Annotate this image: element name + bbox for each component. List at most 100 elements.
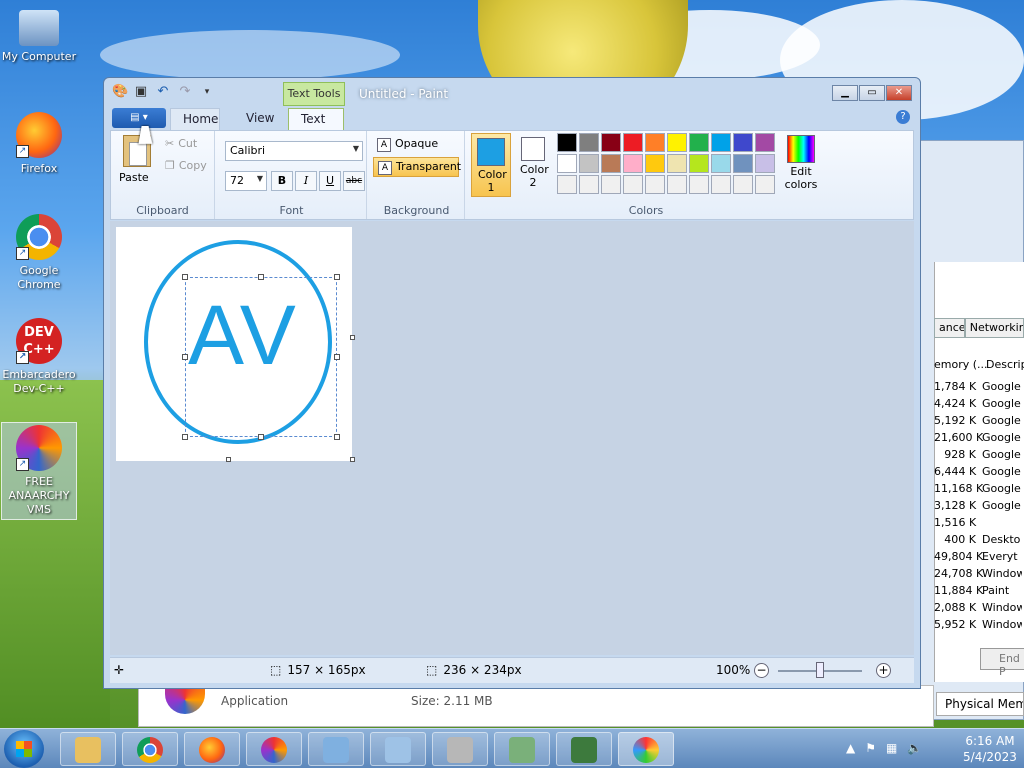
- palette-swatch[interactable]: [645, 154, 665, 173]
- palette-swatch[interactable]: [601, 133, 621, 152]
- palette-swatch[interactable]: [601, 154, 621, 173]
- palette-swatch[interactable]: [667, 133, 687, 152]
- zoom-in-button[interactable]: +: [876, 663, 891, 678]
- palette-swatch[interactable]: [755, 175, 775, 194]
- table-row[interactable]: 928 K Google: [934, 448, 1024, 465]
- paint-menu-button[interactable]: ▤ ▾: [112, 108, 166, 128]
- taskbar-app-1[interactable]: [370, 732, 426, 766]
- end-process-button[interactable]: End P: [980, 648, 1024, 678]
- palette-swatch[interactable]: [733, 154, 753, 173]
- paste-button[interactable]: Paste: [111, 131, 161, 191]
- bold-button[interactable]: B: [271, 171, 293, 191]
- palette-swatch[interactable]: [579, 133, 599, 152]
- help-icon[interactable]: ?: [896, 110, 910, 124]
- start-button[interactable]: [4, 730, 44, 768]
- table-row[interactable]: 1,516 K: [934, 516, 1024, 533]
- palette-swatch[interactable]: [733, 133, 753, 152]
- save-icon[interactable]: ▣: [134, 85, 148, 99]
- taskbar-app-2[interactable]: [432, 732, 488, 766]
- table-row[interactable]: 21,600 K Google: [934, 431, 1024, 448]
- canvas-resize-handle[interactable]: [350, 335, 355, 340]
- customize-qat-icon[interactable]: ▾: [200, 85, 214, 99]
- palette-swatch[interactable]: [557, 175, 577, 194]
- paint-window[interactable]: 🎨 ▣ ↶ ↷ ▾ Text Tools Untitled - Paint ▁ …: [103, 77, 921, 689]
- taskbar-app-3[interactable]: [494, 732, 550, 766]
- desktop-icon-chrome[interactable]: ↗ Google Chrome: [0, 214, 78, 292]
- taskbar-anaarchy[interactable]: [246, 732, 302, 766]
- tab-home[interactable]: Home: [170, 108, 220, 130]
- table-row[interactable]: 4,424 K Google: [934, 397, 1024, 414]
- title-bar[interactable]: 🎨 ▣ ↶ ↷ ▾ Text Tools Untitled - Paint ▁ …: [104, 78, 920, 108]
- transparent-button[interactable]: A Transparent: [373, 157, 461, 177]
- table-row[interactable]: 1,784 K Google: [934, 380, 1024, 397]
- palette-swatch[interactable]: [689, 133, 709, 152]
- column-description[interactable]: Descrip: [986, 358, 1024, 371]
- cut-button[interactable]: ✂ Cut: [165, 137, 197, 150]
- table-row[interactable]: 5,952 K Window: [934, 618, 1024, 635]
- strikethrough-button[interactable]: abc: [343, 171, 365, 191]
- palette-swatch[interactable]: [711, 154, 731, 173]
- maximize-button[interactable]: ▭: [859, 85, 885, 101]
- table-row[interactable]: 2,088 K Window: [934, 601, 1024, 618]
- palette-swatch[interactable]: [601, 175, 621, 194]
- desktop-icon-my-computer[interactable]: My Computer: [0, 10, 78, 64]
- taskbar-paint[interactable]: [618, 732, 674, 766]
- underline-button[interactable]: U: [319, 171, 341, 191]
- palette-swatch[interactable]: [711, 175, 731, 194]
- tab-view[interactable]: View: [234, 108, 286, 130]
- table-row[interactable]: 400 K Deskto: [934, 533, 1024, 550]
- redo-icon[interactable]: ↷: [178, 85, 192, 99]
- action-center-icon[interactable]: ⚑: [865, 741, 876, 755]
- table-row[interactable]: 24,708 K Window: [934, 567, 1024, 584]
- palette-swatch[interactable]: [623, 175, 643, 194]
- close-button[interactable]: ✕: [886, 85, 912, 101]
- table-row[interactable]: 3,128 K Google: [934, 499, 1024, 516]
- font-size-select[interactable]: 72 ▼: [225, 171, 267, 191]
- palette-swatch[interactable]: [623, 154, 643, 173]
- table-row[interactable]: 11,884 K Paint: [934, 584, 1024, 601]
- palette-swatch[interactable]: [755, 133, 775, 152]
- palette-swatch[interactable]: [645, 175, 665, 194]
- palette-swatch[interactable]: [579, 175, 599, 194]
- resize-handle[interactable]: [258, 434, 264, 440]
- tab-networking[interactable]: Networking: [964, 318, 1024, 338]
- table-row[interactable]: 6,444 K Google: [934, 465, 1024, 482]
- font-family-select[interactable]: Calibri ▼: [225, 141, 363, 161]
- show-hidden-icons[interactable]: ▲: [846, 741, 855, 755]
- palette-swatch[interactable]: [667, 154, 687, 173]
- palette-swatch[interactable]: [557, 133, 577, 152]
- resize-handle[interactable]: [182, 354, 188, 360]
- tab-text[interactable]: Text: [288, 108, 344, 130]
- palette-swatch[interactable]: [711, 133, 731, 152]
- resize-handle[interactable]: [334, 434, 340, 440]
- clock[interactable]: 6:16 AM 5/4/2023: [960, 733, 1020, 765]
- tab-performance[interactable]: ance: [934, 318, 965, 338]
- desktop-icon-devcpp[interactable]: DEV C++ ↗ Embarcadero Dev-C++: [0, 318, 78, 396]
- network-icon[interactable]: ▦: [886, 741, 897, 755]
- italic-button[interactable]: I: [295, 171, 317, 191]
- canvas-resize-handle[interactable]: [350, 457, 355, 462]
- taskbar-control-panel[interactable]: [308, 732, 364, 766]
- resize-handle[interactable]: [182, 274, 188, 280]
- desktop-icon-firefox[interactable]: ↗ Firefox: [0, 112, 78, 176]
- table-row[interactable]: 49,804 K Everyt: [934, 550, 1024, 567]
- color2-button[interactable]: Color 2: [513, 133, 553, 197]
- color1-button[interactable]: Color 1: [471, 133, 511, 197]
- palette-swatch[interactable]: [667, 175, 687, 194]
- zoom-slider-thumb[interactable]: [816, 662, 824, 678]
- opaque-button[interactable]: A Opaque: [373, 135, 459, 155]
- resize-handle[interactable]: [334, 274, 340, 280]
- resize-handle[interactable]: [334, 354, 340, 360]
- volume-icon[interactable]: 🔈: [907, 741, 922, 755]
- copy-button[interactable]: ❐ Copy: [165, 159, 207, 172]
- zoom-out-button[interactable]: −: [754, 663, 769, 678]
- taskbar-chrome[interactable]: [122, 732, 178, 766]
- table-row[interactable]: 11,168 K Google: [934, 482, 1024, 499]
- resize-handle[interactable]: [182, 434, 188, 440]
- canvas-text[interactable]: AV: [188, 293, 298, 377]
- palette-swatch[interactable]: [623, 133, 643, 152]
- undo-icon[interactable]: ↶: [156, 85, 170, 99]
- minimize-button[interactable]: ▁: [832, 85, 858, 101]
- drawing-canvas[interactable]: AV: [116, 227, 352, 461]
- canvas-resize-handle[interactable]: [226, 457, 231, 462]
